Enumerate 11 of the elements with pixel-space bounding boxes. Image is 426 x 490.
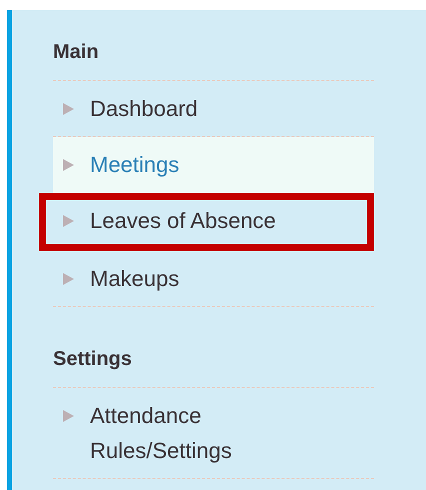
section-heading: Settings xyxy=(53,307,374,388)
menu-item[interactable]: Makeups xyxy=(53,251,374,307)
triangle-icon xyxy=(63,159,74,171)
triangle-icon xyxy=(63,103,74,115)
triangle-icon xyxy=(63,410,74,422)
triangle-icon xyxy=(63,273,74,285)
menu-item[interactable]: Meetings xyxy=(53,137,374,193)
triangle-icon xyxy=(63,215,74,227)
section-heading: Main xyxy=(53,10,374,81)
menu-item[interactable]: Attendance Rules/Settings xyxy=(53,388,374,479)
menu-item[interactable]: Leaves of Absence xyxy=(39,193,374,251)
